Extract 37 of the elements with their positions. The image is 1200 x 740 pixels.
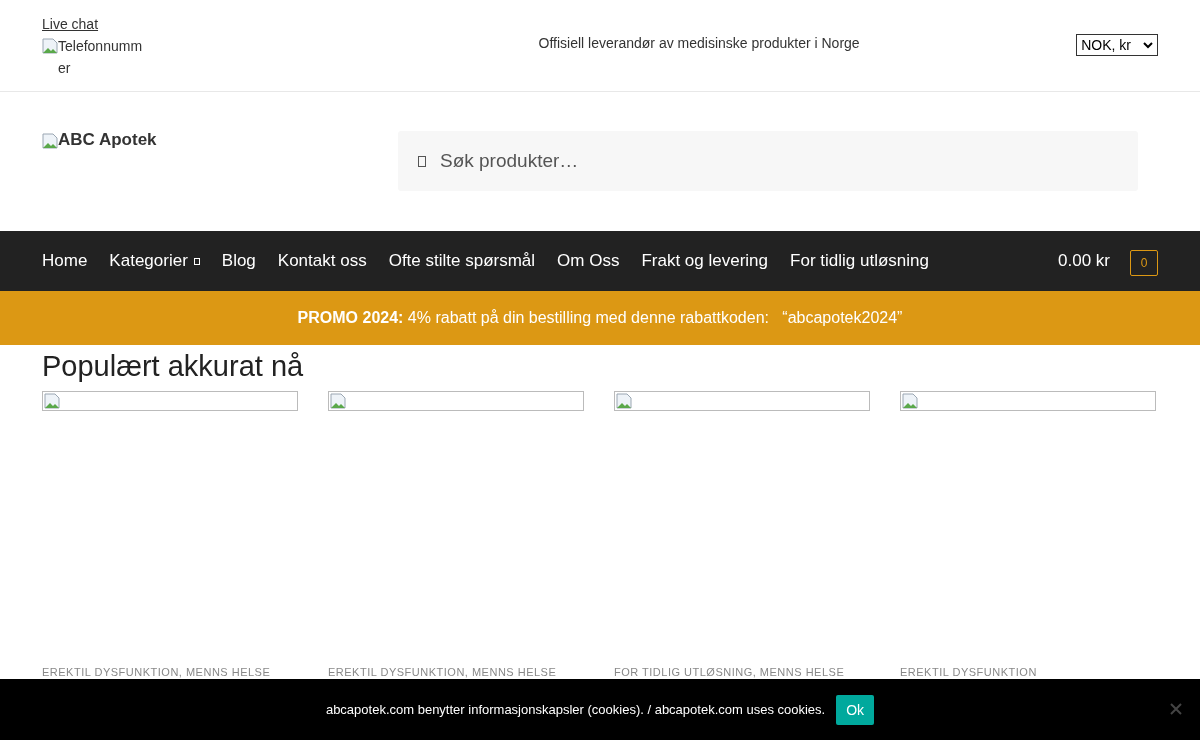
nav-link[interactable]: Kategorier bbox=[109, 251, 200, 271]
product-image-placeholder[interactable] bbox=[614, 391, 870, 411]
product-image-placeholder[interactable] bbox=[328, 391, 584, 411]
nav-link[interactable]: Kontakt oss bbox=[277, 251, 367, 271]
cart-count[interactable]: 0 bbox=[1130, 250, 1158, 276]
caret-icon bbox=[1143, 41, 1153, 49]
phone-image-alt-text: Telefonnummer bbox=[58, 37, 144, 78]
product-categories[interactable]: FOR TIDLIG UTLØSNING, MENNS HELSE bbox=[614, 666, 870, 678]
nav-link[interactable]: Frakt og levering bbox=[641, 251, 769, 271]
product-categories[interactable]: EREKTIL DYSFUNKTION, MENNS HELSE bbox=[42, 666, 298, 678]
currency-select[interactable]: NOK, kr bbox=[1076, 34, 1158, 56]
close-icon[interactable] bbox=[1170, 703, 1182, 715]
nav-link[interactable]: Om Oss bbox=[557, 251, 620, 271]
product-image-placeholder[interactable] bbox=[42, 391, 298, 411]
search-field[interactable]: Søk produkter… bbox=[398, 131, 1138, 191]
nav-link[interactable]: Blog bbox=[221, 251, 256, 271]
broken-image-icon bbox=[902, 393, 918, 409]
live-chat-link[interactable]: Live chat bbox=[42, 16, 99, 32]
broken-image-icon bbox=[44, 393, 60, 409]
broken-image-icon bbox=[616, 393, 632, 409]
promo-banner: PROMO 2024: 4% rabatt på din bestilling med denne rabattkoden: “abcapotek2024” bbox=[0, 291, 1200, 345]
section-title: Populært akkurat nå bbox=[42, 350, 305, 383]
product-categories[interactable]: EREKTIL DYSFUNKTION bbox=[900, 666, 1156, 678]
nav-link[interactable]: Home bbox=[42, 251, 88, 271]
cart-total[interactable]: 0.00 kr bbox=[1058, 251, 1110, 271]
logo-alt-text[interactable]: ABC Apotek bbox=[58, 130, 157, 150]
product-categories[interactable]: EREKTIL DYSFUNKTION, MENNS HELSE bbox=[328, 666, 584, 678]
broken-image-icon bbox=[42, 38, 58, 54]
nav-link[interactable]: Ofte stilte spørsmål bbox=[388, 251, 536, 271]
broken-image-icon bbox=[42, 133, 58, 149]
broken-image-icon bbox=[330, 393, 346, 409]
nav-link[interactable]: For tidlig utløsning bbox=[790, 251, 929, 271]
search-icon bbox=[418, 155, 426, 167]
product-image-placeholder[interactable] bbox=[900, 391, 1156, 411]
tagline: Offisiell leverandør av medisinske produkter i Norge bbox=[537, 34, 861, 51]
dropdown-icon bbox=[193, 257, 200, 265]
cookie-notice-text: abcapotek.com benytter informasjonskapsler (cookies). / abcapotek.com uses cookies. bbox=[325, 702, 826, 717]
